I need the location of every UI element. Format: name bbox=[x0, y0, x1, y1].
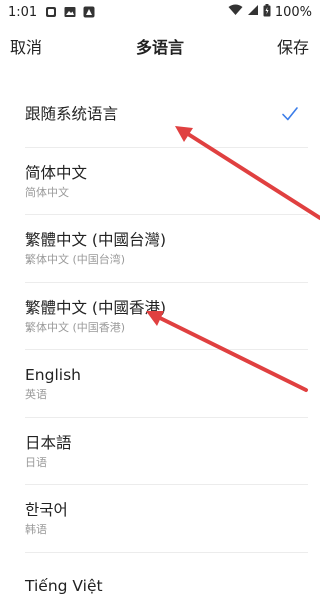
language-name: 한국어 bbox=[25, 501, 68, 520]
battery-icon bbox=[263, 3, 271, 21]
language-item-korean[interactable]: 한국어 韩语 bbox=[0, 485, 320, 553]
nav-bar: 取消 多语言 保存 bbox=[0, 24, 320, 68]
save-button[interactable]: 保存 bbox=[277, 34, 309, 58]
language-subtitle: 韩语 bbox=[25, 523, 47, 537]
language-subtitle: 繁体中文 (中国香港) bbox=[25, 320, 126, 334]
cancel-button[interactable]: 取消 bbox=[10, 34, 42, 58]
language-list: 跟随系统语言 简体中文 简体中文 繁體中文 (中國台灣) 繁体中文 (中国台湾)… bbox=[0, 80, 320, 600]
language-subtitle: 简体中文 bbox=[25, 185, 69, 199]
language-subtitle: 繁体中文 (中国台湾) bbox=[25, 253, 126, 267]
app-notification-icon bbox=[83, 6, 95, 18]
language-name: 跟随系统语言 bbox=[25, 104, 119, 123]
language-item-vietnamese[interactable]: Tiếng Việt bbox=[0, 553, 320, 600]
language-item-japanese[interactable]: 日本語 日语 bbox=[0, 418, 320, 486]
language-name: 繁體中文 (中國台灣) bbox=[25, 231, 167, 250]
battery-percent: 100% bbox=[274, 4, 312, 20]
signal-icon bbox=[247, 4, 259, 20]
language-name: English bbox=[25, 366, 81, 385]
language-item-zh-tw[interactable]: 繁體中文 (中國台灣) 繁体中文 (中国台湾) bbox=[0, 215, 320, 283]
language-subtitle: 日语 bbox=[25, 455, 47, 469]
language-item-zh-hans[interactable]: 简体中文 简体中文 bbox=[0, 148, 320, 216]
language-subtitle: 英语 bbox=[25, 388, 47, 402]
status-time: 1:01 bbox=[8, 4, 38, 20]
checkmark-icon bbox=[281, 105, 299, 123]
notification-icon bbox=[45, 6, 57, 18]
language-name: 繁體中文 (中國香港) bbox=[25, 298, 167, 317]
status-right: 100% bbox=[228, 3, 312, 21]
wifi-icon bbox=[228, 4, 243, 20]
language-item-english[interactable]: English 英语 bbox=[0, 350, 320, 418]
status-bar: 1:01 100% bbox=[0, 0, 320, 24]
language-name: 日本語 bbox=[25, 433, 72, 452]
language-name: 简体中文 bbox=[25, 163, 88, 182]
language-item-zh-hk[interactable]: 繁體中文 (中國香港) 繁体中文 (中国香港) bbox=[0, 283, 320, 351]
page-title: 多语言 bbox=[135, 38, 184, 57]
language-item-follow-system[interactable]: 跟随系统语言 bbox=[0, 80, 320, 148]
language-name: Tiếng Việt bbox=[25, 577, 103, 596]
image-icon bbox=[64, 6, 76, 18]
